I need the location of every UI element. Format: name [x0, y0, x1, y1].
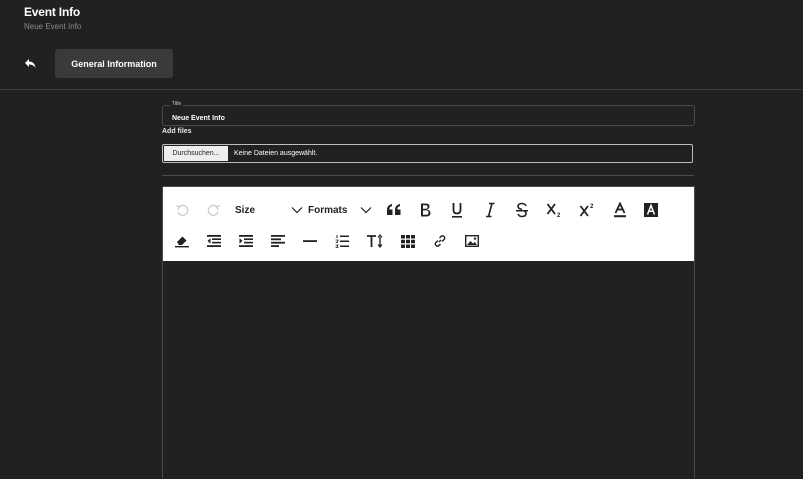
back-arrow-icon — [25, 59, 36, 68]
blockquote-button[interactable] — [385, 200, 403, 220]
background-color-button[interactable] — [642, 199, 660, 221]
title-field[interactable] — [162, 105, 695, 126]
font-size-icon — [367, 234, 383, 248]
horizontal-rule-button[interactable] — [301, 232, 319, 250]
blockquote-icon — [387, 204, 401, 215]
title-input[interactable] — [163, 106, 694, 125]
svg-text:2: 2 — [557, 213, 561, 218]
undo-icon — [176, 204, 189, 216]
superscript-icon: 2 — [579, 204, 594, 217]
header-divider — [0, 89, 803, 90]
section-divider — [162, 175, 694, 176]
underline-icon — [452, 203, 462, 218]
title-label: Title — [170, 101, 184, 107]
image-button[interactable] — [463, 232, 481, 250]
subscript-button[interactable]: 2 — [545, 199, 565, 221]
editor-content-area[interactable] — [163, 261, 694, 479]
indent-button[interactable] — [237, 232, 255, 250]
link-icon — [434, 235, 446, 247]
table-button[interactable] — [399, 232, 417, 250]
text-color-icon — [614, 202, 626, 218]
editor-toolbar: Size Formats 2 2 — [163, 187, 694, 261]
redo-icon — [207, 204, 220, 216]
link-button[interactable] — [431, 232, 449, 250]
outdent-icon — [207, 235, 221, 247]
italic-icon — [486, 202, 495, 218]
bold-icon — [421, 203, 431, 217]
font-size-button[interactable] — [365, 231, 385, 251]
page-header: Event Info Neue Event Info General Infor… — [0, 0, 803, 89]
redo-button[interactable] — [205, 201, 223, 219]
back-button[interactable] — [20, 52, 42, 74]
superscript-button[interactable]: 2 — [578, 199, 598, 221]
text-color-button[interactable] — [611, 199, 629, 221]
outdent-button[interactable] — [205, 232, 223, 250]
chevron-down-icon — [360, 207, 372, 214]
strikethrough-button[interactable] — [513, 199, 531, 221]
size-label: Size — [235, 204, 256, 216]
horizontal-rule-icon — [303, 240, 317, 242]
remove-format-button[interactable] — [173, 232, 191, 250]
align-left-icon — [271, 235, 285, 247]
svg-text:2: 2 — [590, 204, 594, 210]
numbered-list-icon — [335, 234, 349, 248]
image-icon — [465, 235, 479, 247]
undo-button[interactable] — [173, 201, 191, 219]
underline-button[interactable] — [449, 199, 465, 221]
bold-button[interactable] — [416, 199, 434, 221]
strikethrough-icon — [516, 202, 528, 218]
indent-icon — [239, 235, 253, 247]
page-subtitle: Neue Event Info — [24, 22, 82, 31]
chevron-down-icon — [291, 207, 303, 214]
align-left-button[interactable] — [269, 232, 287, 250]
formats-label: Formats — [308, 204, 348, 216]
remove-format-icon — [175, 236, 189, 248]
browse-button[interactable]: Durchsuchen... — [164, 146, 228, 161]
rich-text-editor: Size Formats 2 2 — [162, 186, 695, 479]
page-title: Event Info — [24, 5, 81, 19]
background-color-icon — [644, 203, 658, 217]
size-dropdown[interactable]: Size — [235, 201, 303, 219]
file-status: Keine Dateien ausgewählt. — [234, 150, 318, 157]
file-input[interactable]: Durchsuchen... Keine Dateien ausgewählt. — [162, 144, 693, 163]
formats-dropdown[interactable]: Formats — [308, 201, 372, 219]
tab-general-information[interactable]: General Information — [55, 49, 173, 78]
add-files-label: Add files — [162, 128, 192, 135]
italic-button[interactable] — [482, 199, 498, 221]
numbered-list-button[interactable] — [333, 232, 351, 250]
table-icon — [401, 234, 415, 248]
subscript-icon: 2 — [546, 203, 561, 218]
